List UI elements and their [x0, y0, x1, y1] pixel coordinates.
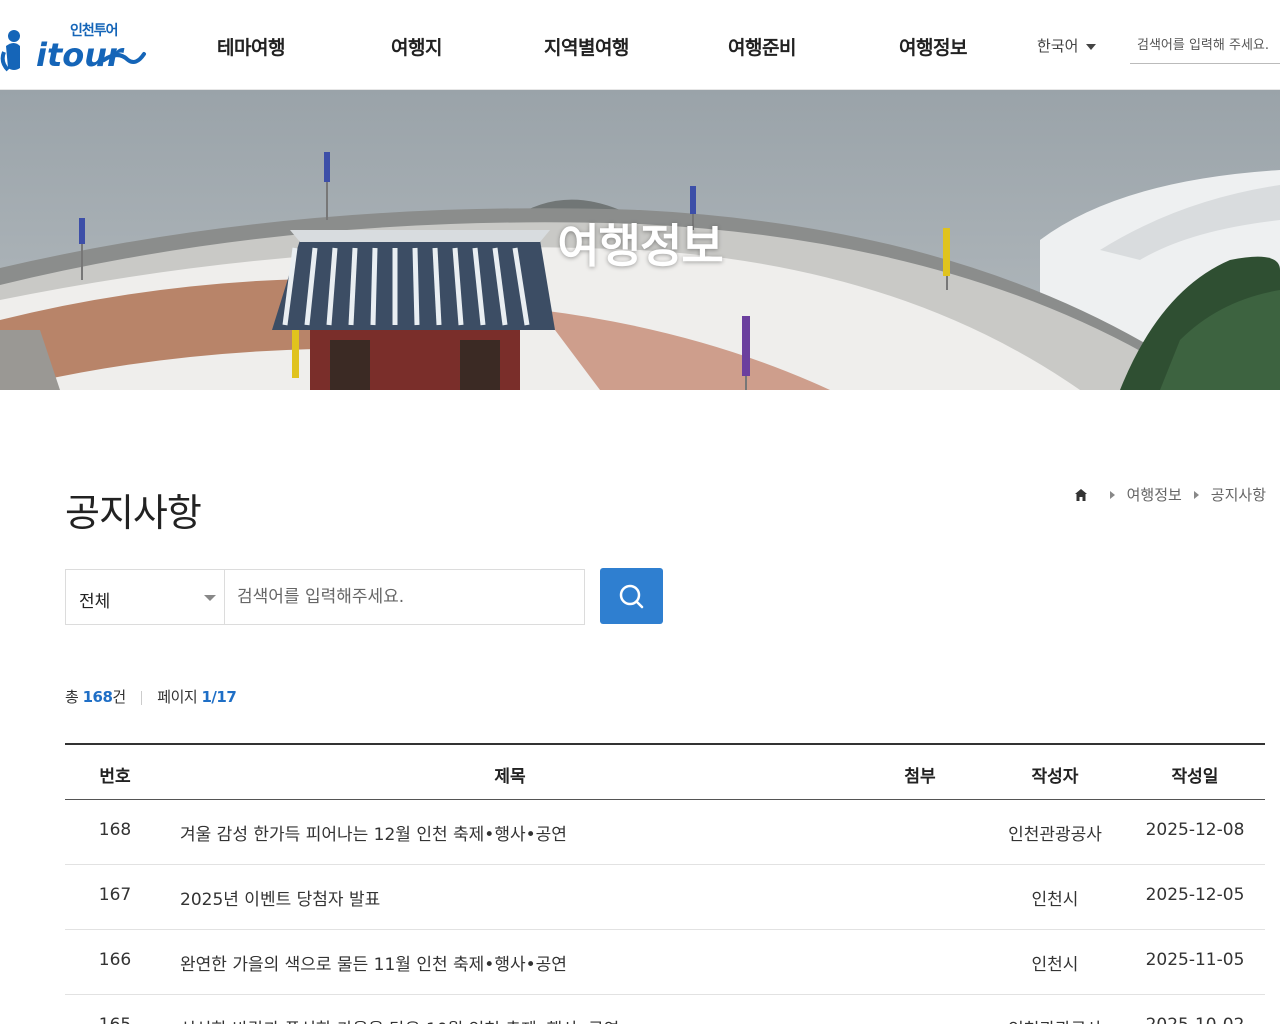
total-prefix: 총: [65, 688, 79, 706]
page-title: 공지사항: [65, 491, 202, 535]
board-search: 전체: [65, 569, 585, 625]
header-attach: 첨부: [904, 767, 936, 787]
row-date: 2025-12-05: [1145, 885, 1245, 905]
header-search-input[interactable]: [1130, 28, 1280, 64]
row-no: 168: [98, 820, 132, 840]
nav-item-travel-info[interactable]: 여행정보: [899, 33, 967, 60]
chevron-down-icon: [1086, 43, 1097, 50]
divider: [141, 690, 142, 705]
row-author: 인천관광공사: [985, 1015, 1125, 1024]
nav-item-theme-travel[interactable]: 테마여행: [217, 33, 285, 60]
row-title-link[interactable]: 선선한 바람과 풍성한 가을을 담은 10월 인천 축제•행사•공연: [180, 1015, 619, 1024]
breadcrumb: 여행정보 공지사항: [1074, 484, 1266, 505]
header-author: 작성자: [1031, 767, 1079, 787]
page-label: 페이지: [157, 688, 198, 706]
header-date: 작성일: [1171, 767, 1219, 787]
nav-item-travel-prep[interactable]: 여행준비: [728, 33, 796, 60]
notice-table: 번호 제목 첨부 작성자 작성일 168 겨울 감성 한가득 피어나는 12월 …: [65, 743, 1265, 1024]
header-no: 번호: [99, 767, 131, 787]
table-row[interactable]: 165 선선한 바람과 풍성한 가을을 담은 10월 인천 축제•행사•공연 인…: [65, 995, 1265, 1024]
breadcrumb-separator-icon: [1109, 490, 1115, 499]
language-select[interactable]: 한국어: [1037, 35, 1097, 56]
search-button[interactable]: [600, 568, 663, 624]
search-keyword-input[interactable]: [225, 569, 585, 625]
total-count: 168: [82, 688, 113, 706]
hero-banner: 여행정보: [0, 90, 1280, 390]
table-row[interactable]: 168 겨울 감성 한가득 피어나는 12월 인천 축제•행사•공연 인천관광공…: [65, 800, 1265, 865]
nav-item-destinations[interactable]: 여행지: [391, 33, 442, 60]
row-date: 2025-12-08: [1145, 820, 1245, 840]
home-icon[interactable]: [1074, 488, 1088, 502]
chevron-down-icon: [204, 595, 216, 601]
row-author: 인천관광공사: [1008, 825, 1102, 845]
language-label: 한국어: [1037, 37, 1079, 55]
site-header: itour 인천투어 테마여행 여행지 지역별여행 여행준비 여행정보 한국어: [0, 0, 1280, 90]
search-category-select[interactable]: 전체: [65, 569, 225, 625]
breadcrumb-separator-icon: [1193, 490, 1199, 499]
row-date: 2025-11-05: [1145, 950, 1245, 970]
row-no: 167: [98, 885, 132, 905]
row-author: 인천시: [1031, 955, 1079, 975]
logo-sub-text: 인천투어: [70, 23, 119, 39]
nav-item-regional-travel[interactable]: 지역별여행: [544, 33, 629, 60]
row-no: 165: [65, 1015, 165, 1024]
breadcrumb-item-travel-info[interactable]: 여행정보: [1127, 484, 1182, 505]
header-title: 제목: [494, 767, 526, 787]
search-category-value: 전체: [79, 592, 111, 612]
row-author: 인천시: [1031, 890, 1079, 910]
row-date: 2025-10-02: [1125, 1015, 1265, 1024]
table-row[interactable]: 167 2025년 이벤트 당첨자 발표 인천시 2025-12-05: [65, 865, 1265, 930]
total-pages: 17: [216, 688, 237, 706]
table-row[interactable]: 166 완연한 가을의 색으로 물든 11월 인천 축제•행사•공연 인천시 2…: [65, 930, 1265, 995]
row-title-link[interactable]: 2025년 이벤트 당첨자 발표: [180, 885, 380, 910]
hero-title: 여행정보: [557, 219, 723, 273]
row-no: 166: [98, 950, 132, 970]
table-header: 번호 제목 첨부 작성자 작성일: [65, 745, 1265, 800]
board-summary: 총 168건 페이지 1/17: [65, 688, 237, 706]
breadcrumb-item-notice[interactable]: 공지사항: [1211, 484, 1266, 505]
search-icon: [619, 584, 644, 609]
row-title-link[interactable]: 완연한 가을의 색으로 물든 11월 인천 축제•행사•공연: [180, 950, 567, 975]
current-page: 1: [201, 688, 212, 706]
site-logo[interactable]: itour 인천투어: [0, 16, 148, 76]
row-title-link[interactable]: 겨울 감성 한가득 피어나는 12월 인천 축제•행사•공연: [180, 820, 567, 845]
total-suffix: 건: [112, 688, 126, 706]
